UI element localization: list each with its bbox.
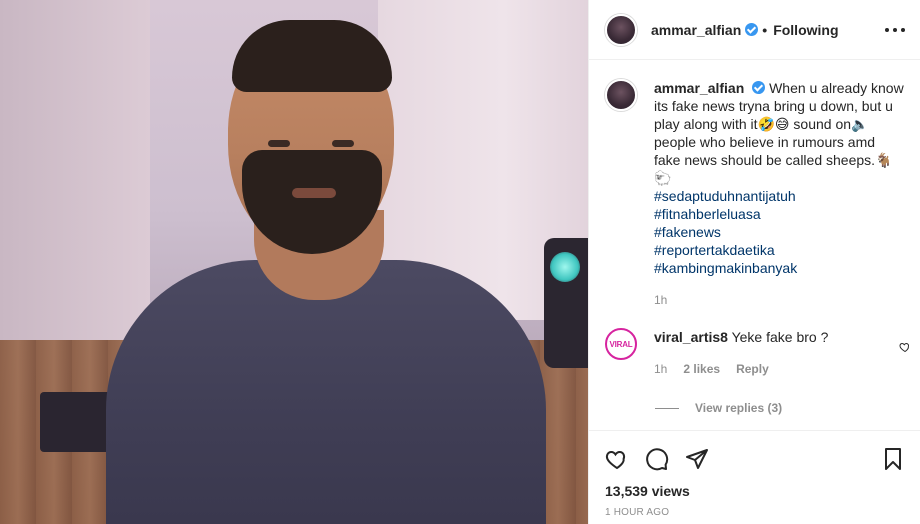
- more-options-icon[interactable]: [885, 20, 905, 40]
- post-actions: 13,539 views 1 HOUR AGO: [589, 430, 920, 524]
- author-username[interactable]: ammar_alfian: [651, 22, 741, 38]
- heart-icon[interactable]: [597, 439, 637, 479]
- bookmark-icon[interactable]: [873, 439, 913, 479]
- commenter-username[interactable]: viral_artis8: [654, 329, 728, 345]
- comment-likes-link[interactable]: 2 likes: [683, 360, 720, 378]
- stage-light: [544, 238, 588, 368]
- caption-username[interactable]: ammar_alfian: [654, 80, 744, 96]
- comments-section[interactable]: ammar_alfian When u already know its fak…: [589, 61, 920, 430]
- hair: [232, 20, 392, 92]
- hashtag-link[interactable]: #kambingmakinbanyak: [654, 259, 905, 277]
- hashtag-link[interactable]: #fakenews: [654, 223, 905, 241]
- verified-badge-icon: [745, 23, 759, 36]
- caption-author-avatar[interactable]: [605, 79, 637, 111]
- following-button[interactable]: Following: [773, 22, 838, 38]
- mouth: [292, 188, 336, 198]
- post-side-panel: ammar_alfian • Following ammar_alfian Wh…: [588, 0, 920, 524]
- view-replies-line: [655, 407, 679, 409]
- comment-like-heart-icon[interactable]: [899, 341, 911, 353]
- comment-body: viral_artis8 Yeke fake bro ? 1h 2 likes …: [654, 328, 828, 378]
- hashtag-link[interactable]: #reportertakdaetika: [654, 241, 905, 259]
- man-figure: [106, 20, 546, 524]
- comment-item: VIRAL viral_artis8 Yeke fake bro ? 1h 2 …: [605, 328, 905, 378]
- reply-button[interactable]: Reply: [736, 360, 769, 378]
- verified-badge-icon: [752, 81, 766, 94]
- commenter-avatar[interactable]: VIRAL: [605, 328, 637, 360]
- post-video[interactable]: [0, 0, 588, 524]
- comment-text: Yeke fake bro ?: [731, 329, 829, 345]
- commenter-avatar-text: VIRAL: [609, 339, 633, 349]
- right-eye: [332, 140, 354, 147]
- hashtag-link[interactable]: #sedaptuduhnantijatuh: [654, 187, 905, 205]
- share-icon[interactable]: [677, 439, 717, 479]
- action-row: [597, 439, 717, 479]
- view-count[interactable]: 13,539 views: [605, 483, 690, 499]
- hashtag-link[interactable]: #fitnahberleluasa: [654, 205, 905, 223]
- caption-time[interactable]: 1h: [654, 291, 905, 309]
- left-eye: [268, 140, 290, 147]
- comment-meta: 1h 2 likes Reply: [654, 360, 828, 378]
- view-replies-label: View replies (3): [695, 401, 783, 415]
- separator-dot: •: [762, 21, 768, 38]
- post-caption: ammar_alfian When u already know its fak…: [605, 79, 905, 309]
- post-header: ammar_alfian • Following: [589, 0, 920, 60]
- post-timestamp[interactable]: 1 HOUR AGO: [605, 507, 669, 518]
- comment-icon[interactable]: [637, 439, 677, 479]
- author-avatar[interactable]: [605, 13, 637, 46]
- instagram-post: ammar_alfian • Following ammar_alfian Wh…: [0, 0, 920, 524]
- caption-body: ammar_alfian When u already know its fak…: [654, 79, 905, 309]
- view-replies-button[interactable]: View replies (3): [655, 401, 782, 415]
- comment-time[interactable]: 1h: [654, 360, 667, 378]
